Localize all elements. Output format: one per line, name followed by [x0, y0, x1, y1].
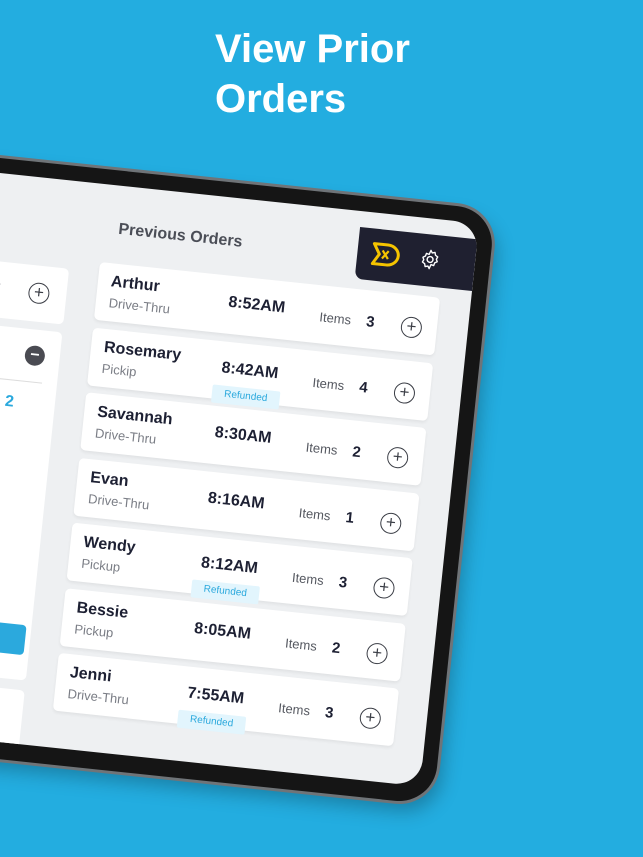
order-type: Drive-Thru [66, 686, 130, 708]
gear-icon[interactable] [418, 247, 442, 271]
items-label: Items [291, 569, 325, 589]
items-label: Items [305, 439, 339, 458]
items-count: 2 [351, 443, 362, 462]
items-label: Items [298, 504, 332, 523]
cart-item-card: 2 + [0, 246, 70, 325]
items-label: Items [277, 700, 311, 719]
remove-button[interactable]: − [23, 344, 46, 367]
cart-footer-card [0, 668, 25, 751]
refunded-badge: Refunded [190, 579, 260, 605]
order-type: Pickup [73, 620, 115, 640]
expand-order-button[interactable]: + [399, 315, 423, 339]
order-time: 7:55AM [186, 684, 245, 708]
order-time: 8:16AM [207, 489, 266, 512]
item-quantity: 2 [0, 279, 2, 298]
header-toolbar [354, 226, 478, 292]
expand-order-button[interactable]: + [358, 706, 382, 730]
order-time: 8:52AM [227, 293, 286, 317]
previous-orders-title: Previous Orders [117, 220, 244, 251]
expand-order-button[interactable]: + [379, 511, 403, 535]
order-type: Pickip [101, 360, 138, 379]
items-label: Items [284, 634, 318, 654]
cart-item-expanded: − 2 [0, 309, 63, 681]
items-label: Items [318, 309, 352, 328]
order-time: 8:05AM [193, 619, 252, 643]
items-count: 2 [331, 638, 342, 657]
customer-name: Rosemary [103, 338, 182, 364]
customer-name: Jenni [69, 664, 113, 686]
refunded-badge: Refunded [210, 383, 281, 409]
items-count: 1 [344, 508, 355, 527]
items-count: 4 [358, 378, 369, 397]
order-time: 8:30AM [213, 423, 273, 447]
order-type: Pickup [80, 555, 122, 575]
items-label: Items [311, 374, 346, 393]
order-time: 8:12AM [200, 554, 259, 578]
customer-name: Wendy [82, 533, 137, 557]
expand-order-button[interactable]: + [392, 381, 417, 405]
action-button[interactable] [0, 616, 27, 656]
items-count: 3 [365, 313, 376, 331]
refunded-badge: Refunded [176, 709, 247, 735]
dx-logo[interactable] [370, 240, 403, 269]
customer-name: Bessie [75, 599, 129, 622]
order-time: 8:42AM [220, 358, 280, 382]
items-count: 3 [337, 573, 349, 592]
order-type: Drive-Thru [108, 295, 171, 317]
customer-name: Savannah [96, 403, 174, 429]
expand-order-button[interactable]: + [365, 641, 389, 665]
order-type: Drive-Thru [94, 425, 157, 447]
customer-name: Arthur [110, 273, 161, 296]
expand-order-button[interactable]: + [386, 446, 410, 470]
customer-name: Evan [89, 468, 130, 490]
expand-order-button[interactable]: + [372, 576, 396, 600]
order-type: Drive-Thru [87, 490, 151, 512]
items-count: 3 [324, 704, 335, 722]
add-button[interactable]: + [27, 281, 51, 305]
app-screen: 2 + − 2 Previous Orders ArthurDrive-Thru… [0, 131, 480, 787]
item-quantity-blue: 2 [4, 392, 15, 411]
headline: View Prior Orders [215, 27, 410, 121]
